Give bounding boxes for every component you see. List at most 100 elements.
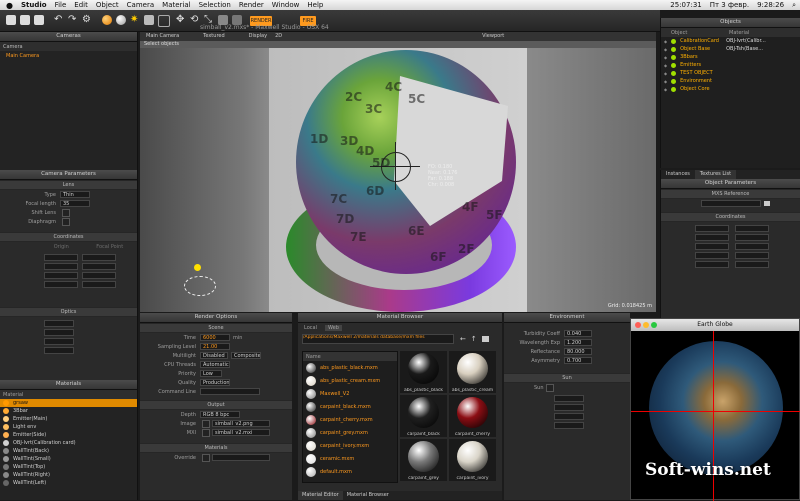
camera-list-item[interactable]: Main Camera — [0, 51, 137, 60]
output-section[interactable]: Output — [140, 400, 292, 410]
tab-material-browser[interactable]: Material Browser — [343, 491, 393, 500]
viewport-tab-2d[interactable]: 2D — [275, 32, 282, 41]
wavelength-field[interactable]: 1.200 — [564, 339, 592, 346]
menu-help[interactable]: Help — [303, 1, 327, 9]
object-list-item[interactable]: ◆ Object Core — [661, 85, 800, 93]
grid-tool-icon[interactable] — [158, 15, 170, 27]
asymmetry-field[interactable]: 0.700 — [564, 357, 592, 364]
focal-z-field[interactable] — [82, 272, 116, 279]
object-list-item[interactable]: ◆ Object Base OBJ-Tsh(Base... — [661, 45, 800, 53]
sun-field-2[interactable] — [554, 404, 584, 411]
spotlight-icon[interactable]: ⌕ — [788, 1, 800, 10]
coordinates-section[interactable]: Coordinates — [0, 232, 137, 242]
sun-section[interactable]: Sun — [504, 373, 630, 383]
minimize-window-icon[interactable] — [643, 322, 649, 328]
rotate-tool-icon[interactable]: ⟲ — [190, 15, 200, 25]
camera-tool-icon[interactable] — [144, 15, 154, 25]
viewport-tab-display[interactable]: Display — [249, 32, 267, 41]
mxs-reference-section[interactable]: MXS Reference — [661, 189, 800, 199]
material-thumbnail[interactable]: carpaint_grey — [400, 439, 447, 481]
origin-y-field[interactable] — [44, 263, 78, 270]
light-gizmo-icon[interactable] — [194, 264, 201, 271]
material-list-item[interactable]: Emitter(Side) — [0, 431, 137, 439]
obj-coord-5[interactable] — [695, 243, 729, 250]
file-list-item[interactable]: default.mxm — [303, 465, 397, 478]
lens-section[interactable]: Lens — [0, 180, 137, 190]
menu-edit[interactable]: Edit — [70, 1, 92, 9]
focal-length-field[interactable]: 35 — [60, 200, 90, 207]
material-list-item[interactable]: WallTint(Top) — [0, 463, 137, 471]
menu-render[interactable]: Render — [235, 1, 268, 9]
menu-selection[interactable]: Selection — [195, 1, 235, 9]
focal-y-field[interactable] — [82, 263, 116, 270]
composite-select[interactable]: Composite — [231, 352, 261, 359]
file-list-item[interactable]: Maxwell_V2 — [303, 387, 397, 400]
tab-textures-list[interactable]: Textures List — [694, 170, 737, 179]
mxi-path-field[interactable]: simball_v2.mxi — [212, 429, 270, 436]
turbidity-field[interactable]: 0.040 — [564, 330, 592, 337]
multilight-select[interactable]: Disabled — [200, 352, 228, 359]
menu-material[interactable]: Material — [158, 1, 194, 9]
visibility-icon[interactable]: ◆ — [664, 87, 667, 92]
menu-object[interactable]: Object — [92, 1, 123, 9]
material-list-item[interactable]: WallTint(Left) — [0, 479, 137, 487]
obj-coord-6[interactable] — [735, 243, 769, 250]
material-sphere-icon[interactable] — [102, 15, 112, 25]
menu-window[interactable]: Window — [268, 1, 304, 9]
visibility-icon[interactable]: ◆ — [664, 39, 667, 44]
override-checkbox[interactable] — [202, 453, 210, 462]
visibility-icon[interactable]: ◆ — [664, 55, 667, 60]
mxs-ref-folder-icon[interactable] — [764, 201, 770, 206]
sun-field-1[interactable] — [554, 395, 584, 402]
menu-studio[interactable]: Studio — [17, 1, 51, 9]
object-list-item[interactable]: ◆ TEST OBJECT — [661, 69, 800, 77]
obj-coord-1[interactable] — [695, 225, 729, 232]
sun-field-4[interactable] — [554, 422, 584, 429]
obj-coord-10[interactable] — [735, 261, 769, 268]
save-scene-icon[interactable] — [34, 15, 44, 25]
sun-checkbox[interactable] — [545, 383, 554, 392]
mxs-ref-field[interactable] — [701, 200, 761, 207]
priority-select[interactable]: Low — [200, 370, 222, 377]
visibility-icon[interactable]: ◆ — [664, 71, 667, 76]
obj-coord-7[interactable] — [695, 252, 729, 259]
visibility-icon[interactable]: ◆ — [664, 79, 667, 84]
file-list-item[interactable]: carpaint_cherry.mxm — [303, 413, 397, 426]
visibility-icon[interactable]: ◆ — [664, 63, 667, 68]
close-window-icon[interactable] — [635, 322, 641, 328]
optics-section[interactable]: Optics — [0, 307, 137, 317]
new-scene-icon[interactable] — [6, 15, 16, 25]
move-tool-icon[interactable]: ✥ — [176, 15, 186, 25]
browser-path-field[interactable]: /Applications/Maxwell 2/materials databa… — [302, 334, 454, 344]
lens-type-select[interactable]: Thin — [60, 191, 90, 198]
optics-field-4[interactable] — [44, 347, 74, 354]
material-thumbnail[interactable]: abs_plastic_cream — [449, 351, 496, 393]
image-path-field[interactable]: simball_v2.png — [212, 420, 270, 427]
scene-section[interactable]: Scene — [140, 323, 292, 333]
up-y-field[interactable] — [82, 281, 116, 288]
material-list-item[interactable]: OBJ-Ivrt(Calibration card) — [0, 439, 137, 447]
material-list-item[interactable]: Light env — [0, 423, 137, 431]
obj-coord-8[interactable] — [735, 252, 769, 259]
material-list-item[interactable]: grsaw — [0, 399, 137, 407]
material-thumbnail[interactable]: carpaint_ivory — [449, 439, 496, 481]
redo-icon[interactable]: ↷ — [68, 15, 78, 25]
sampling-level-field[interactable]: 21.00 — [200, 343, 230, 350]
undo-icon[interactable]: ↶ — [54, 15, 64, 25]
material-thumbnail[interactable]: carpaint_black — [400, 395, 447, 437]
object-list-item[interactable]: ◆ Emitters — [661, 61, 800, 69]
shift-lens-checkbox[interactable] — [62, 208, 70, 217]
file-list-item[interactable]: abs_plastic_cream.mxm — [303, 374, 397, 387]
back-arrow-icon[interactable]: ← — [460, 335, 466, 343]
object-list-item[interactable]: ◆ 3Bbars — [661, 53, 800, 61]
light-icon[interactable]: ✷ — [130, 15, 140, 25]
tab-material-editor[interactable]: Material Editor — [298, 491, 343, 500]
optics-field-1[interactable] — [44, 320, 74, 327]
origin-x-field[interactable] — [44, 254, 78, 261]
focal-x-field[interactable] — [82, 254, 116, 261]
reflectance-field[interactable]: 80.000 — [564, 348, 592, 355]
file-list-item[interactable]: carpaint_ivory.mxm — [303, 439, 397, 452]
optics-field-2[interactable] — [44, 329, 74, 336]
light-gizmo-ring[interactable] — [184, 276, 216, 296]
file-list-item[interactable]: carpaint_grey.mxm — [303, 426, 397, 439]
